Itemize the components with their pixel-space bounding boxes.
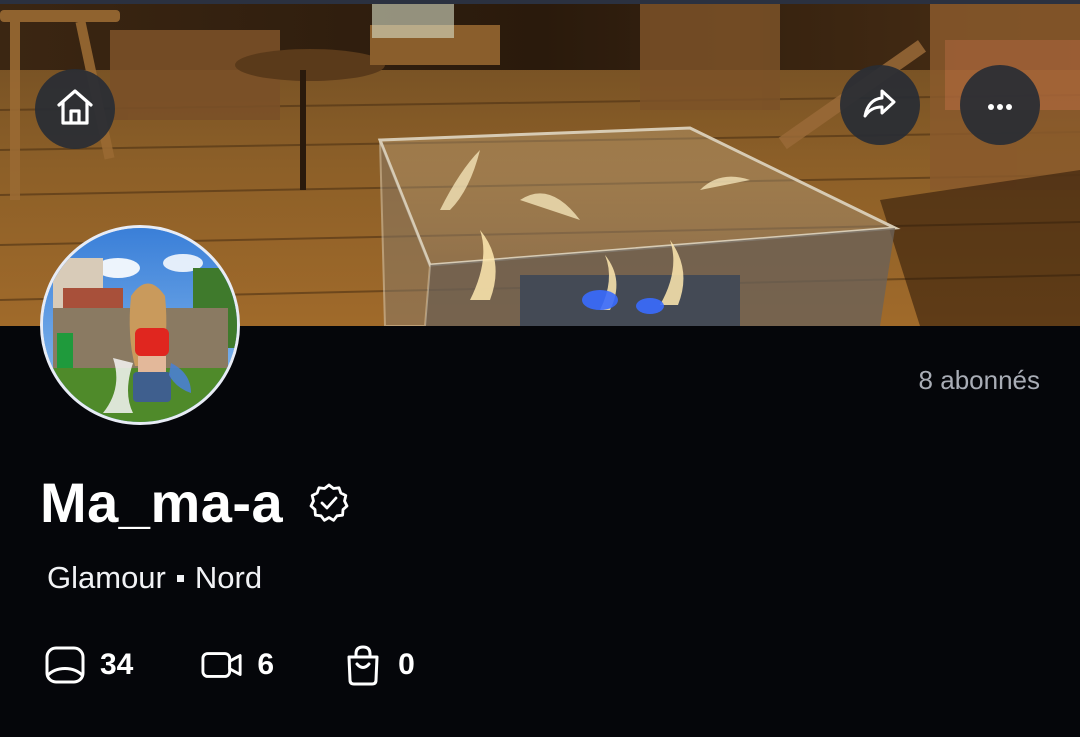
stat-videos-value: 6 [257,648,275,681]
stat-photos[interactable]: 34 [44,644,133,686]
share-button[interactable] [840,65,920,145]
profile-region: Nord [194,560,263,595]
verified-badge-icon [307,481,351,525]
home-icon [53,85,97,133]
stat-shop-value: 0 [398,648,415,681]
profile-page: 8 abonnés Ma_ma-a Glamour Nord 34 6 0 [0,0,1080,737]
separator-dot [176,574,184,582]
profile-category: Glamour [47,560,166,595]
stat-videos[interactable]: 6 [201,644,274,686]
shopping-bag-icon [342,644,384,686]
home-button[interactable] [35,69,115,149]
profile-name: Ma_ma-a [40,471,284,534]
stat-shop[interactable]: 0 [342,644,415,686]
more-options-button[interactable] [960,65,1040,145]
status-strip [0,0,1080,4]
profile-name-row: Ma_ma-a [40,470,351,535]
stat-photos-value: 34 [100,648,134,681]
avatar[interactable] [40,225,240,425]
share-icon [860,83,900,127]
avatar-image [43,228,237,422]
profile-stats: 34 6 0 [44,644,483,686]
more-icon [987,96,1013,115]
followers-count[interactable]: 8 abonnés [919,365,1040,396]
video-camera-icon [201,644,243,686]
profile-tagline: Glamour Nord [47,560,262,596]
photo-frame-icon [44,644,86,686]
